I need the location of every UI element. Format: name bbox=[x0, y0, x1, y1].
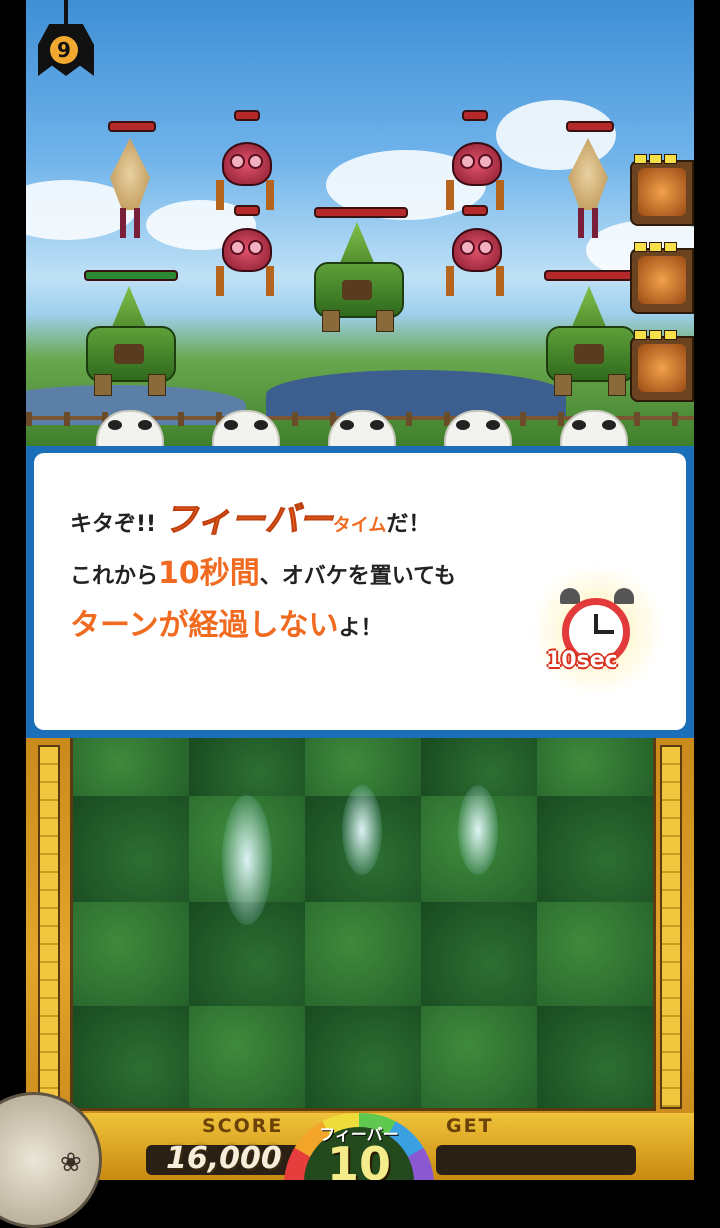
status-bar: SCORE 16,000 GET フィーバー 10 bbox=[26, 1113, 694, 1180]
turtle-enemy-icon[interactable] bbox=[534, 286, 644, 396]
map-card-icon bbox=[638, 256, 686, 304]
board-cell[interactable] bbox=[73, 902, 189, 1006]
no-turn-highlight: ターンが経過しない bbox=[70, 608, 339, 643]
ghost-glow bbox=[342, 785, 382, 875]
board-cell[interactable] bbox=[189, 738, 305, 796]
dialog-line-1: キタぞ!! フィーバータイムだ！ bbox=[70, 500, 431, 541]
turn-counter: 9 bbox=[28, 0, 102, 90]
enemy-hp-bar bbox=[566, 121, 614, 132]
right-gauge bbox=[660, 745, 682, 1109]
turn-counter-value: 9 bbox=[50, 36, 78, 64]
board-cell[interactable] bbox=[73, 738, 189, 796]
enemy-hp-bar bbox=[84, 270, 178, 281]
board-cell[interactable] bbox=[73, 796, 189, 902]
board-cell[interactable] bbox=[73, 1006, 189, 1108]
board-cell[interactable] bbox=[305, 902, 421, 1006]
fever-word: フィーバー bbox=[163, 500, 333, 541]
seconds-highlight: 10秒間 bbox=[158, 556, 260, 591]
crab-enemy-icon[interactable] bbox=[216, 228, 274, 298]
battle-scene: 9 bbox=[26, 0, 694, 448]
enemy-hp-bar bbox=[462, 110, 488, 121]
puzzle-board-area: SCORE 16,000 GET フィーバー 10 bbox=[26, 735, 694, 1180]
time-word: タイム bbox=[332, 515, 387, 536]
skill-card[interactable] bbox=[630, 242, 694, 314]
board-cell[interactable] bbox=[421, 902, 537, 1006]
enemy-hp-bar bbox=[108, 121, 156, 132]
leaf-card-icon bbox=[638, 344, 686, 392]
enemy-hp-bar bbox=[234, 110, 260, 121]
score-value: 16,000 bbox=[166, 1141, 282, 1176]
board-cell[interactable] bbox=[189, 1006, 305, 1108]
dialog-line-2: これから10秒間、オバケを置いても bbox=[70, 556, 457, 591]
skill-card[interactable] bbox=[630, 330, 694, 402]
turtle-enemy-icon[interactable] bbox=[74, 286, 184, 396]
dialog-line-3: ターンが経過しないよ！ bbox=[70, 608, 383, 643]
board-cell[interactable] bbox=[537, 796, 653, 902]
timer-badge: 10sec bbox=[546, 648, 618, 673]
board-cell[interactable] bbox=[537, 1006, 653, 1108]
enemy-hp-bar bbox=[544, 270, 638, 281]
clock-card-icon bbox=[638, 168, 686, 216]
fever-count: 10 bbox=[326, 1137, 391, 1180]
turtle-enemy-icon[interactable] bbox=[302, 222, 412, 332]
enemy-hp-bar bbox=[314, 207, 408, 218]
board-cell[interactable] bbox=[305, 1006, 421, 1108]
score-label: SCORE bbox=[202, 1115, 284, 1137]
board-cell[interactable] bbox=[537, 902, 653, 1006]
crab-enemy-icon[interactable] bbox=[446, 228, 504, 298]
left-gauge bbox=[38, 745, 60, 1109]
crab-enemy-icon[interactable] bbox=[216, 142, 274, 212]
squid-enemy-icon[interactable] bbox=[562, 138, 614, 238]
board-cell[interactable] bbox=[537, 738, 653, 796]
get-label: GET bbox=[446, 1115, 494, 1137]
ghost-glow bbox=[458, 785, 498, 875]
ghost-glow bbox=[222, 795, 272, 925]
squid-enemy-icon[interactable] bbox=[104, 138, 156, 238]
board-cell[interactable] bbox=[421, 1006, 537, 1108]
crab-enemy-icon[interactable] bbox=[446, 142, 504, 212]
swirl-icon: ❀ bbox=[60, 1148, 82, 1178]
skill-card[interactable] bbox=[630, 154, 694, 226]
